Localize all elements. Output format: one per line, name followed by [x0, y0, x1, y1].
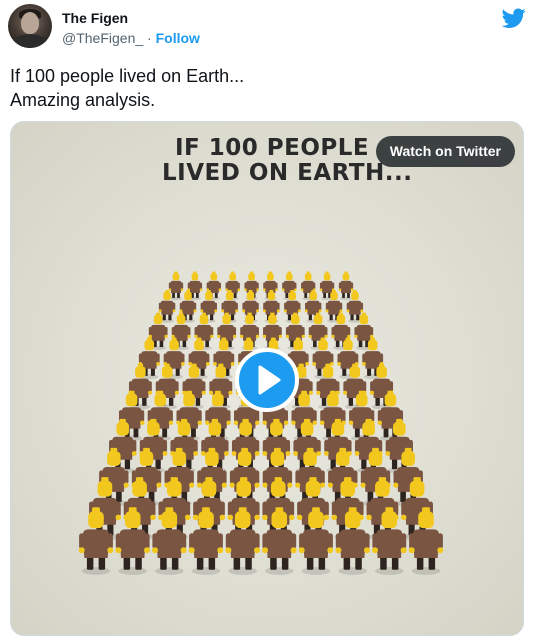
author-handle[interactable]: @TheFigen_ — [62, 30, 143, 46]
play-icon — [258, 365, 281, 395]
play-button[interactable] — [235, 348, 299, 412]
avatar-face — [21, 12, 39, 34]
watch-on-twitter-button[interactable]: Watch on Twitter — [375, 136, 515, 167]
author-name[interactable]: The Figen — [62, 10, 128, 26]
video-player[interactable]: IF 100 PEOPLE LIVED ON EARTH... Watch on… — [10, 121, 524, 636]
tweet-text-line-1: If 100 people lived on Earth... — [10, 66, 245, 86]
author-meta: @TheFigen_ · Follow — [62, 30, 200, 46]
tweet-text-line-2: Amazing analysis. — [10, 90, 156, 110]
tweet-header: The Figen @TheFigen_ · Follow — [8, 4, 526, 48]
avatar-shoulders — [12, 34, 48, 48]
twitter-bird-icon[interactable] — [502, 6, 526, 30]
tweet-text: If 100 people lived on Earth... Amazing … — [10, 64, 520, 112]
separator: · — [143, 30, 156, 46]
avatar[interactable] — [8, 4, 52, 48]
follow-button[interactable]: Follow — [156, 30, 200, 46]
